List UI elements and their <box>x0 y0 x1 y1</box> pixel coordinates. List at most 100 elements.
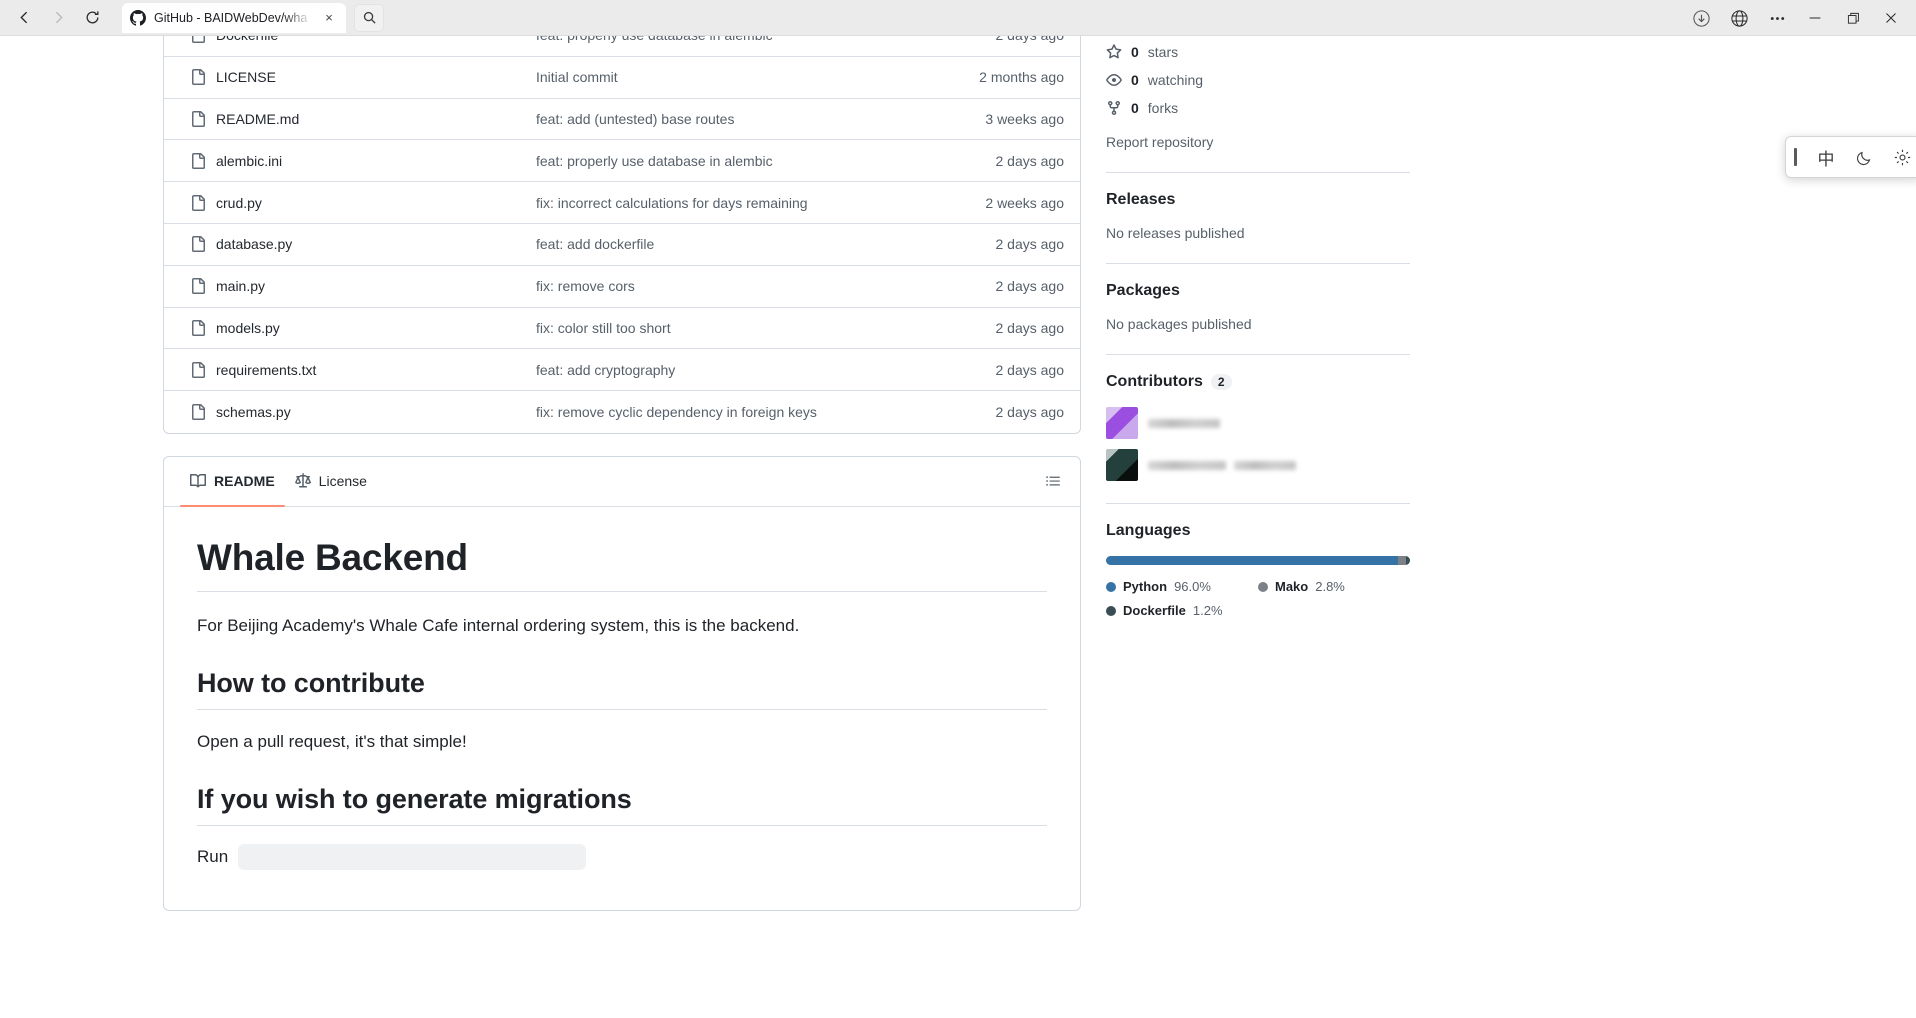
file-row[interactable]: README.md feat: add (untested) base route… <box>164 99 1080 141</box>
report-repository-link[interactable]: Report repository <box>1106 134 1410 150</box>
file-row[interactable]: Dockerfilefeat: properly use database in… <box>164 36 1080 57</box>
commit-message-link[interactable]: feat: properly use database in alembic <box>536 36 944 43</box>
outline-icon[interactable] <box>1044 472 1062 490</box>
file-row[interactable]: requirements.txt feat: add cryptography 2 … <box>164 349 1080 392</box>
gear-icon[interactable] <box>1891 142 1913 172</box>
file-name-link[interactable]: models.py <box>216 320 536 336</box>
stat-value: 0 <box>1131 72 1139 88</box>
commit-message-link[interactable]: fix: remove cyclic dependency in foreign… <box>536 404 944 420</box>
floating-ime-toolbar[interactable]: 中 <box>1785 136 1916 178</box>
language-color-dot <box>1258 581 1268 592</box>
language-color-dot <box>1106 581 1116 592</box>
back-button[interactable] <box>8 4 40 32</box>
language-bar <box>1106 556 1410 565</box>
window-controls <box>1684 0 1908 36</box>
readme-content: Whale Backend For Beijing Academy's Whal… <box>164 507 1080 910</box>
file-icon <box>190 69 206 86</box>
contributors-count: 2 <box>1210 374 1232 390</box>
file-row[interactable]: crud.py fix: incorrect calculations for d… <box>164 182 1080 224</box>
divider <box>1106 263 1410 264</box>
avatar <box>1106 407 1138 439</box>
ime-chinese-icon[interactable]: 中 <box>1815 142 1837 172</box>
language-percent: 1.2% <box>1192 603 1223 618</box>
tab-strip: GitHub - BAIDWebDev/wha × <box>122 2 384 33</box>
file-row[interactable]: LICENSE Initial commit 2 months ago <box>164 57 1080 99</box>
repo-stats: 0 stars 0 watching 0 forks <box>1106 44 1410 116</box>
file-icon <box>190 194 206 211</box>
close-icon[interactable] <box>1874 3 1908 33</box>
stat-stars[interactable]: 0 stars <box>1106 44 1410 60</box>
file-name-link[interactable]: alembic.ini <box>216 153 536 169</box>
language-percent: 96.0% <box>1174 579 1211 594</box>
file-icon <box>190 236 206 253</box>
tab-title: GitHub - BAIDWebDev/wha <box>154 10 308 25</box>
file-icon <box>190 319 206 336</box>
stat-watching[interactable]: 0 watching <box>1106 72 1410 88</box>
file-name-link[interactable]: requirements.txt <box>216 362 536 378</box>
stat-forks[interactable]: 0 forks <box>1106 100 1410 116</box>
downloads-icon[interactable] <box>1684 3 1718 33</box>
file-name-link[interactable]: database.py <box>216 236 536 252</box>
drag-handle[interactable] <box>1794 148 1797 166</box>
commit-message-link[interactable]: Initial commit <box>536 69 944 85</box>
maximize-icon[interactable] <box>1836 3 1870 33</box>
file-list: Dockerfilefeat: properly use database in… <box>163 36 1081 434</box>
minimize-icon[interactable] <box>1798 3 1832 33</box>
file-row[interactable]: schemas.py fix: remove cyclic dependency … <box>164 391 1080 433</box>
github-repo-page: Dockerfilefeat: properly use database in… <box>0 36 1916 1018</box>
packages-empty: No packages published <box>1106 316 1252 332</box>
contributor-name-redacted <box>1148 460 1296 470</box>
readme-title: Whale Backend <box>197 537 1047 592</box>
readme-panel: README License Whale Backend For Beijing <box>163 455 1081 912</box>
readme-run-line: Run <box>197 844 1047 871</box>
contributor-item[interactable] <box>1106 449 1410 481</box>
file-name-link[interactable]: main.py <box>216 278 536 294</box>
file-name-link[interactable]: schemas.py <box>216 404 536 420</box>
tab-readme[interactable]: README <box>180 457 285 507</box>
commit-message-link[interactable]: fix: color still too short <box>536 320 944 336</box>
file-row[interactable]: main.py fix: remove cors 2 days ago <box>164 266 1080 308</box>
file-name-link[interactable]: Dockerfile <box>216 36 536 43</box>
language-legend-item[interactable]: Python 96.0% <box>1106 579 1258 594</box>
file-row[interactable]: alembic.ini feat: properly use database i… <box>164 140 1080 183</box>
commit-time: 2 months ago <box>979 69 1064 86</box>
commit-time: 2 days ago <box>995 278 1065 295</box>
releases-empty: No releases published <box>1106 225 1245 241</box>
languages-title: Languages <box>1106 522 1191 539</box>
file-row[interactable]: models.py fix: color still too short 2 day… <box>164 308 1080 350</box>
tab-search-icon[interactable] <box>354 3 384 32</box>
stat-label: watching <box>1147 72 1204 88</box>
navigation-buttons <box>0 4 108 32</box>
commit-message-link[interactable]: fix: remove cors <box>536 278 944 294</box>
file-name-link[interactable]: crud.py <box>216 195 536 211</box>
file-name-link[interactable]: LICENSE <box>216 69 536 85</box>
stat-label: forks <box>1147 100 1179 116</box>
book-icon <box>190 473 207 489</box>
file-name-link[interactable]: README.md <box>216 111 536 127</box>
language-name: Mako <box>1275 579 1309 594</box>
commit-time: 2 weeks ago <box>985 194 1064 211</box>
file-row[interactable]: database.py feat: add dockerfile 2 days ag… <box>164 224 1080 266</box>
language-legend-item[interactable]: Dockerfile 1.2% <box>1106 603 1410 618</box>
readme-run-label: Run <box>197 847 229 867</box>
main-column: Dockerfilefeat: properly use database in… <box>163 36 1081 912</box>
commit-message-link[interactable]: feat: add dockerfile <box>536 236 944 252</box>
globe-icon[interactable] <box>1722 3 1756 33</box>
commit-time: 2 days ago <box>995 152 1065 169</box>
moon-icon[interactable] <box>1853 142 1875 172</box>
forward-button[interactable] <box>42 4 74 32</box>
reload-button[interactable] <box>76 4 108 32</box>
contributor-item[interactable] <box>1106 407 1410 439</box>
commit-message-link[interactable]: feat: add cryptography <box>536 362 944 378</box>
commit-message-link[interactable]: fix: incorrect calculations for days rem… <box>536 195 944 211</box>
tab-close-icon[interactable]: × <box>320 9 338 27</box>
github-favicon-icon <box>130 9 146 26</box>
commit-message-link[interactable]: feat: properly use database in alembic <box>536 153 944 169</box>
language-color-dot <box>1106 605 1116 616</box>
browser-tab[interactable]: GitHub - BAIDWebDev/wha × <box>122 2 346 33</box>
commit-message-link[interactable]: feat: add (untested) base routes <box>536 111 944 127</box>
language-legend-item[interactable]: Mako 2.8% <box>1258 579 1410 594</box>
tab-license-label: License <box>318 473 367 490</box>
tab-license[interactable]: License <box>285 457 377 506</box>
more-menu-icon[interactable] <box>1760 3 1794 33</box>
